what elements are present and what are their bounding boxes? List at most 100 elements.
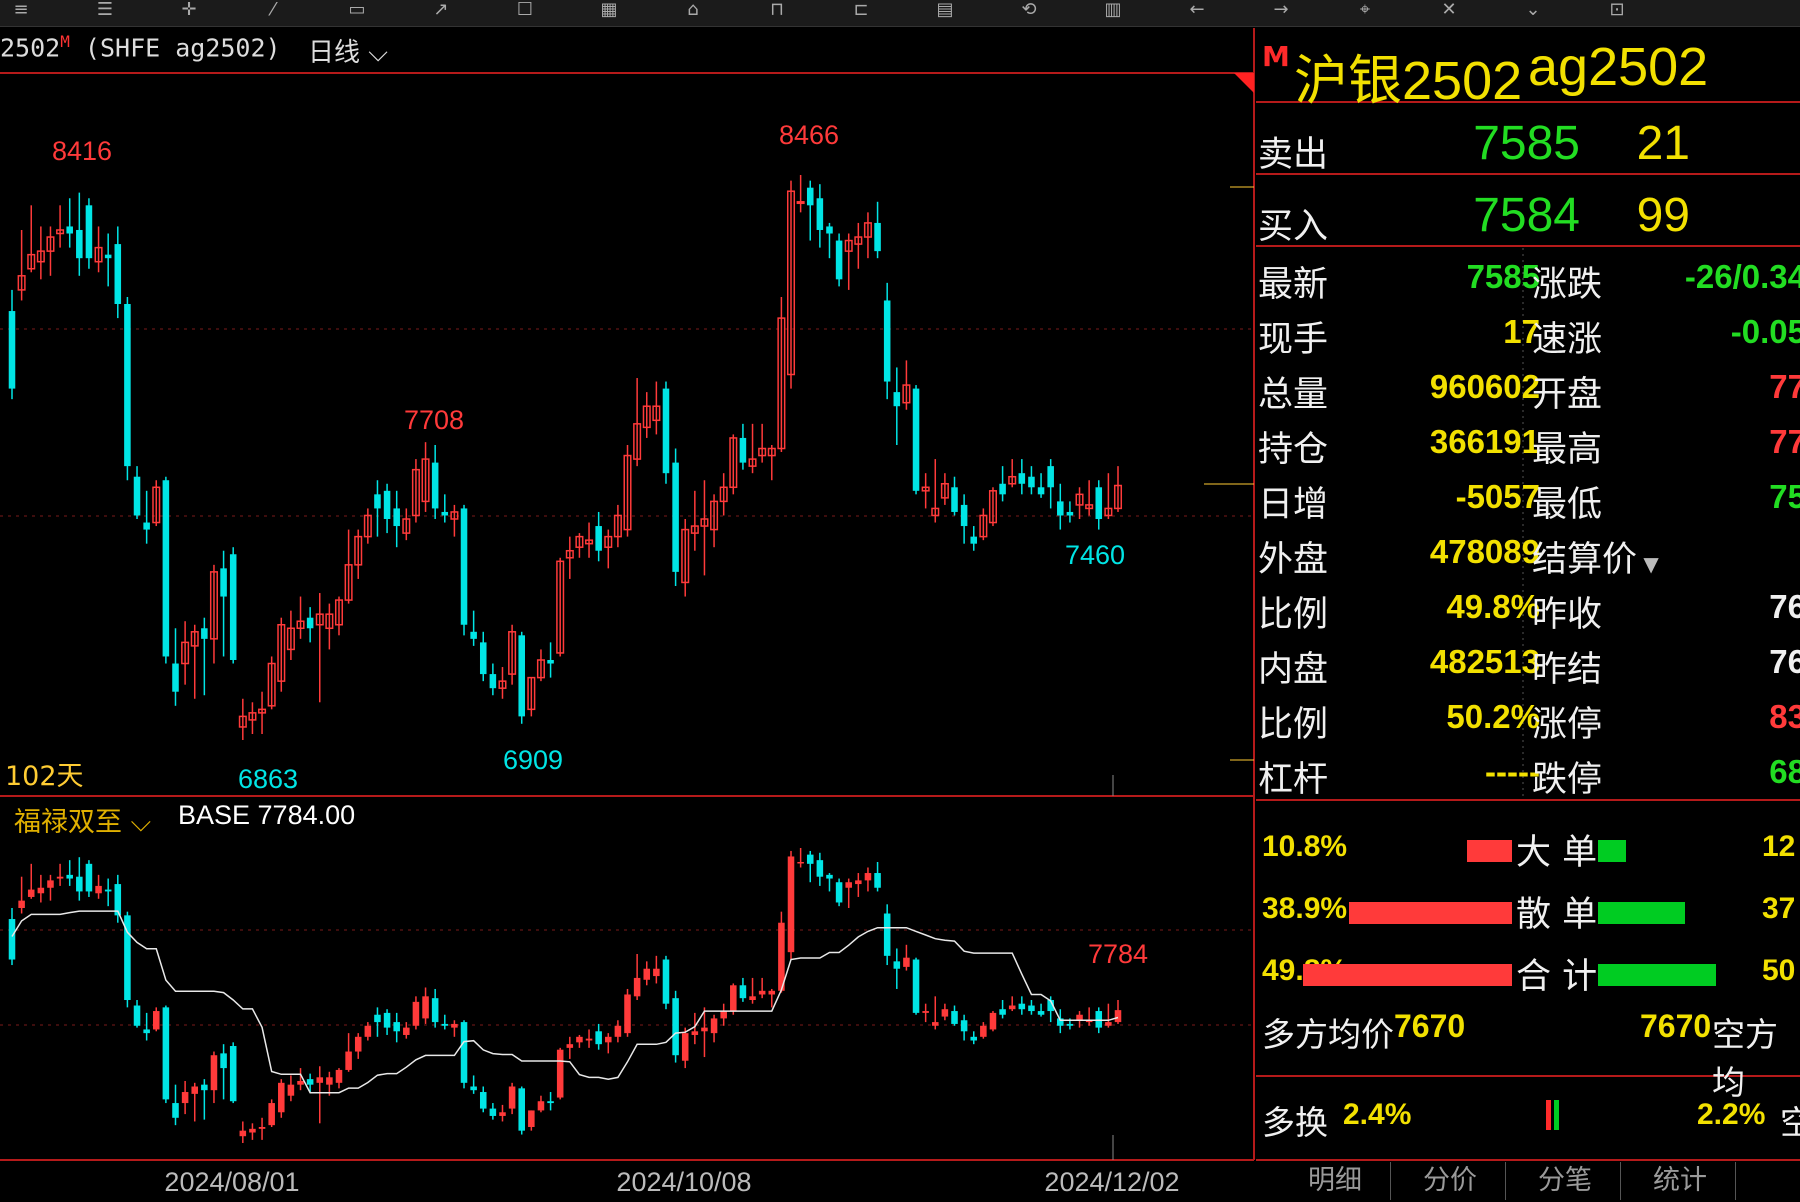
candle-body bbox=[883, 300, 891, 382]
indicator-body bbox=[845, 882, 852, 888]
indicator-body bbox=[1028, 1005, 1035, 1012]
quote-label: 比例 bbox=[1258, 595, 1329, 635]
indicator-body bbox=[768, 990, 776, 995]
extreme-label: 7708 bbox=[404, 405, 464, 435]
candle-body bbox=[431, 462, 439, 509]
flow-right-value: 12 bbox=[1762, 830, 1796, 863]
candle-body bbox=[893, 392, 901, 407]
indicator-body bbox=[653, 968, 660, 977]
candle-body bbox=[951, 487, 958, 512]
candle-body bbox=[835, 240, 843, 280]
indicator-body bbox=[624, 994, 631, 1034]
indicator-body bbox=[431, 998, 439, 1023]
candle-body bbox=[104, 254, 112, 259]
indicator-body bbox=[297, 1080, 304, 1085]
contract-mark: M bbox=[1262, 40, 1290, 73]
indicator-selector[interactable]: 福禄双至 ⌵ bbox=[14, 800, 151, 839]
indicator-body bbox=[152, 1011, 160, 1030]
indicator-body bbox=[691, 1031, 699, 1035]
tab-1[interactable]: 分价 bbox=[1395, 1162, 1506, 1200]
indicator-body bbox=[412, 1001, 420, 1026]
candle-body bbox=[383, 490, 391, 520]
flow-row: 38.9% 散 单 37 bbox=[1256, 884, 1800, 935]
indicator-body bbox=[672, 998, 679, 1056]
indicator-body bbox=[210, 1055, 218, 1091]
quote-value: 49.8% bbox=[1446, 588, 1540, 625]
candle-body bbox=[970, 536, 978, 544]
quote-row: 最新 7585 涨跌 -26/0.34 bbox=[1256, 254, 1800, 308]
indicator-body bbox=[508, 1086, 516, 1109]
quote-row: 比例 49.8% 昨收 76 bbox=[1256, 584, 1800, 638]
indicator-body bbox=[864, 873, 872, 881]
quote-label: 外盘 bbox=[1258, 540, 1329, 580]
extreme-label: 7460 bbox=[1065, 540, 1125, 570]
quote-row: 比例 50.2% 涨停 83 bbox=[1256, 694, 1800, 748]
candle-body bbox=[518, 635, 525, 717]
indicator-body bbox=[345, 1051, 352, 1070]
indicator-body bbox=[1105, 1022, 1112, 1026]
candle-body bbox=[124, 304, 131, 467]
quote-label: 内盘 bbox=[1258, 650, 1329, 690]
indicator-body bbox=[595, 1031, 602, 1045]
quote-label: 昨结 bbox=[1532, 650, 1603, 690]
buy-label: 买入 bbox=[1258, 207, 1329, 247]
candle-body bbox=[595, 526, 602, 551]
indicator-body bbox=[633, 977, 641, 997]
extreme-label: 6863 bbox=[238, 764, 298, 794]
candle-body bbox=[76, 229, 83, 259]
candle-body bbox=[1018, 473, 1026, 484]
flow-green-bar bbox=[1598, 964, 1716, 986]
flow-left-value: 10.8% bbox=[1262, 830, 1348, 863]
indicator-body bbox=[980, 1025, 987, 1037]
candle-body bbox=[470, 631, 477, 639]
flow-row: 10.8% 大 单 12 bbox=[1256, 822, 1800, 873]
candle-body bbox=[220, 568, 227, 597]
indicator-body bbox=[172, 1103, 179, 1118]
quote-label: 跌停 bbox=[1532, 760, 1603, 800]
flow-right-value: 50 bbox=[1762, 954, 1796, 987]
exchange-short-label: 空 bbox=[1780, 1103, 1800, 1142]
indicator-body bbox=[374, 1014, 381, 1023]
indicator-body bbox=[826, 874, 833, 879]
indicator-body bbox=[27, 889, 35, 897]
indicator-body bbox=[1076, 1014, 1083, 1021]
indicator-body bbox=[835, 882, 843, 903]
candle-body bbox=[85, 205, 93, 259]
indicator-body bbox=[85, 863, 93, 892]
exchange-long-value: 2.4% bbox=[1343, 1098, 1412, 1131]
indicator-body bbox=[499, 1112, 506, 1116]
candle-body bbox=[229, 554, 237, 660]
tab-3[interactable]: 统计 bbox=[1625, 1162, 1736, 1200]
quote-value: 77 bbox=[1769, 423, 1800, 460]
indicator-body bbox=[1008, 1005, 1016, 1010]
avg-long-value: 7670 bbox=[1394, 1008, 1466, 1044]
candle-body bbox=[662, 388, 670, 474]
indicator-body bbox=[739, 985, 747, 999]
quote-label[interactable]: 结算价 ▼ bbox=[1532, 531, 1659, 582]
indicator-body bbox=[8, 919, 16, 960]
quote-label: 涨跌 bbox=[1532, 265, 1603, 305]
indicator-body bbox=[451, 1023, 458, 1028]
quote-value: 960602 bbox=[1429, 368, 1540, 405]
indicator-body bbox=[393, 1022, 400, 1032]
indicator-body bbox=[66, 874, 73, 879]
quote-label: 开盘 bbox=[1532, 375, 1603, 415]
quote-label: 最低 bbox=[1532, 485, 1603, 525]
indicator-body bbox=[912, 959, 920, 1013]
indicator-body bbox=[18, 900, 25, 908]
quote-label: 昨收 bbox=[1532, 595, 1603, 635]
chevron-down-icon: ⌵ bbox=[122, 807, 152, 838]
quote-row: 现手 17 速涨 -0.05 bbox=[1256, 309, 1800, 363]
quote-value: -5057 bbox=[1455, 478, 1540, 515]
indicator-body bbox=[960, 1020, 968, 1032]
x-axis-label: 2024/12/02 bbox=[1044, 1167, 1179, 1197]
indicator-body bbox=[489, 1108, 497, 1116]
indicator-body bbox=[922, 1011, 929, 1013]
tab-0[interactable]: 明细 bbox=[1280, 1162, 1391, 1200]
indicator-body bbox=[335, 1069, 343, 1083]
quote-label: 杠杆 bbox=[1258, 760, 1329, 800]
candle-body bbox=[806, 187, 814, 206]
quote-value: 482513 bbox=[1429, 643, 1540, 680]
tab-2[interactable]: 分笔 bbox=[1510, 1162, 1621, 1200]
extreme-label: 7784 bbox=[1088, 939, 1148, 969]
